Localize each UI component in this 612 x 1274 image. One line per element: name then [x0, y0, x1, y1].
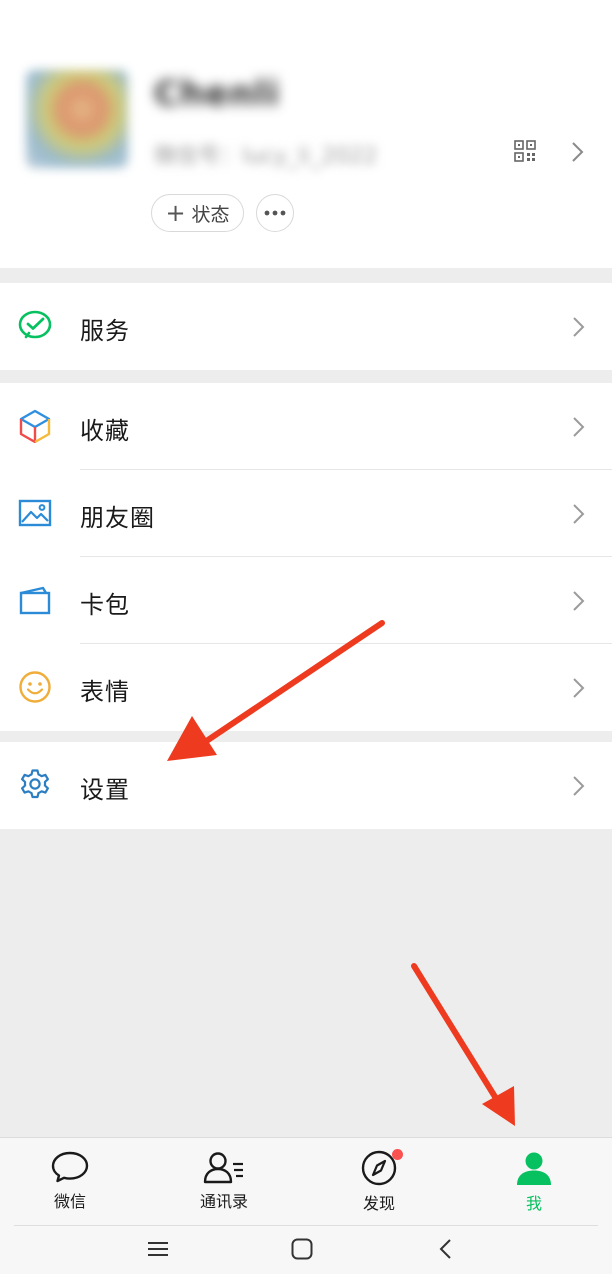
system-nav-bar — [0, 1225, 612, 1274]
tab-chats[interactable]: 微信 — [10, 1138, 130, 1226]
chevron-right-icon — [573, 417, 585, 437]
menu-item-favorites[interactable]: 收藏 — [0, 383, 612, 470]
status-button-label: 状态 — [191, 203, 230, 226]
settings-group: 设置 — [0, 742, 612, 829]
cube-icon — [19, 409, 51, 443]
tab-label: 微信 — [53, 1192, 86, 1211]
bottom-tab-bar: 微信 通讯录 发现 我 — [0, 1137, 612, 1225]
tab-label: 我 — [525, 1194, 542, 1213]
notification-dot — [392, 1149, 403, 1160]
ellipsis-icon — [264, 210, 286, 216]
wechat-id: 微信号：lucy_li_2022 — [154, 144, 378, 169]
nickname: Chenli — [154, 74, 280, 114]
menu-item-moments[interactable]: 朋友圈 — [0, 470, 612, 557]
add-status-button[interactable]: + 状态 — [151, 194, 244, 232]
menu-item-label: 朋友圈 — [80, 504, 155, 532]
chevron-right-icon — [573, 504, 585, 524]
chat-bubble-icon — [51, 1151, 89, 1183]
back-icon[interactable] — [438, 1237, 454, 1261]
more-button[interactable] — [256, 194, 294, 232]
chevron-right-icon[interactable] — [570, 141, 584, 163]
tab-me[interactable]: 我 — [474, 1138, 594, 1226]
tab-label: 发现 — [362, 1194, 395, 1213]
wechat-pay-icon — [18, 310, 52, 339]
profile-header[interactable]: Chenli 微信号：lucy_li_2022 + 状态 — [0, 0, 612, 268]
menu-item-label: 表情 — [80, 678, 130, 706]
menu-item-settings[interactable]: 设置 — [0, 742, 612, 829]
chevron-right-icon — [573, 591, 585, 611]
home-icon[interactable] — [290, 1237, 314, 1261]
plus-icon: + — [165, 199, 186, 227]
menu-item-label: 卡包 — [80, 591, 130, 619]
chevron-right-icon — [573, 678, 585, 698]
tab-contacts[interactable]: 通讯录 — [164, 1138, 284, 1226]
menu-item-label: 服务 — [80, 317, 130, 345]
divider — [14, 1225, 598, 1226]
services-group: 服务 — [0, 283, 612, 370]
menu-item-cards[interactable]: 卡包 — [0, 557, 612, 644]
chevron-right-icon — [573, 776, 585, 796]
tab-label: 通讯录 — [199, 1192, 248, 1211]
features-group: 收藏 朋友圈 卡包 表情 — [0, 383, 612, 731]
person-icon — [517, 1152, 551, 1185]
contacts-icon — [203, 1152, 243, 1184]
chevron-right-icon — [573, 317, 585, 337]
menu-item-label: 设置 — [80, 776, 130, 804]
menu-item-label: 收藏 — [80, 417, 130, 445]
smiley-icon — [19, 671, 51, 703]
menu-item-stickers[interactable]: 表情 — [0, 644, 612, 731]
gear-icon — [21, 769, 49, 799]
avatar[interactable] — [26, 70, 128, 168]
recent-apps-icon[interactable] — [146, 1237, 170, 1261]
qr-code-icon[interactable] — [514, 140, 536, 162]
arrow-to-me-tab — [411, 963, 515, 1126]
image-icon — [18, 499, 52, 527]
menu-item-services[interactable]: 服务 — [0, 283, 612, 370]
wallet-card-icon — [19, 586, 51, 615]
tab-discover[interactable]: 发现 — [319, 1138, 439, 1226]
